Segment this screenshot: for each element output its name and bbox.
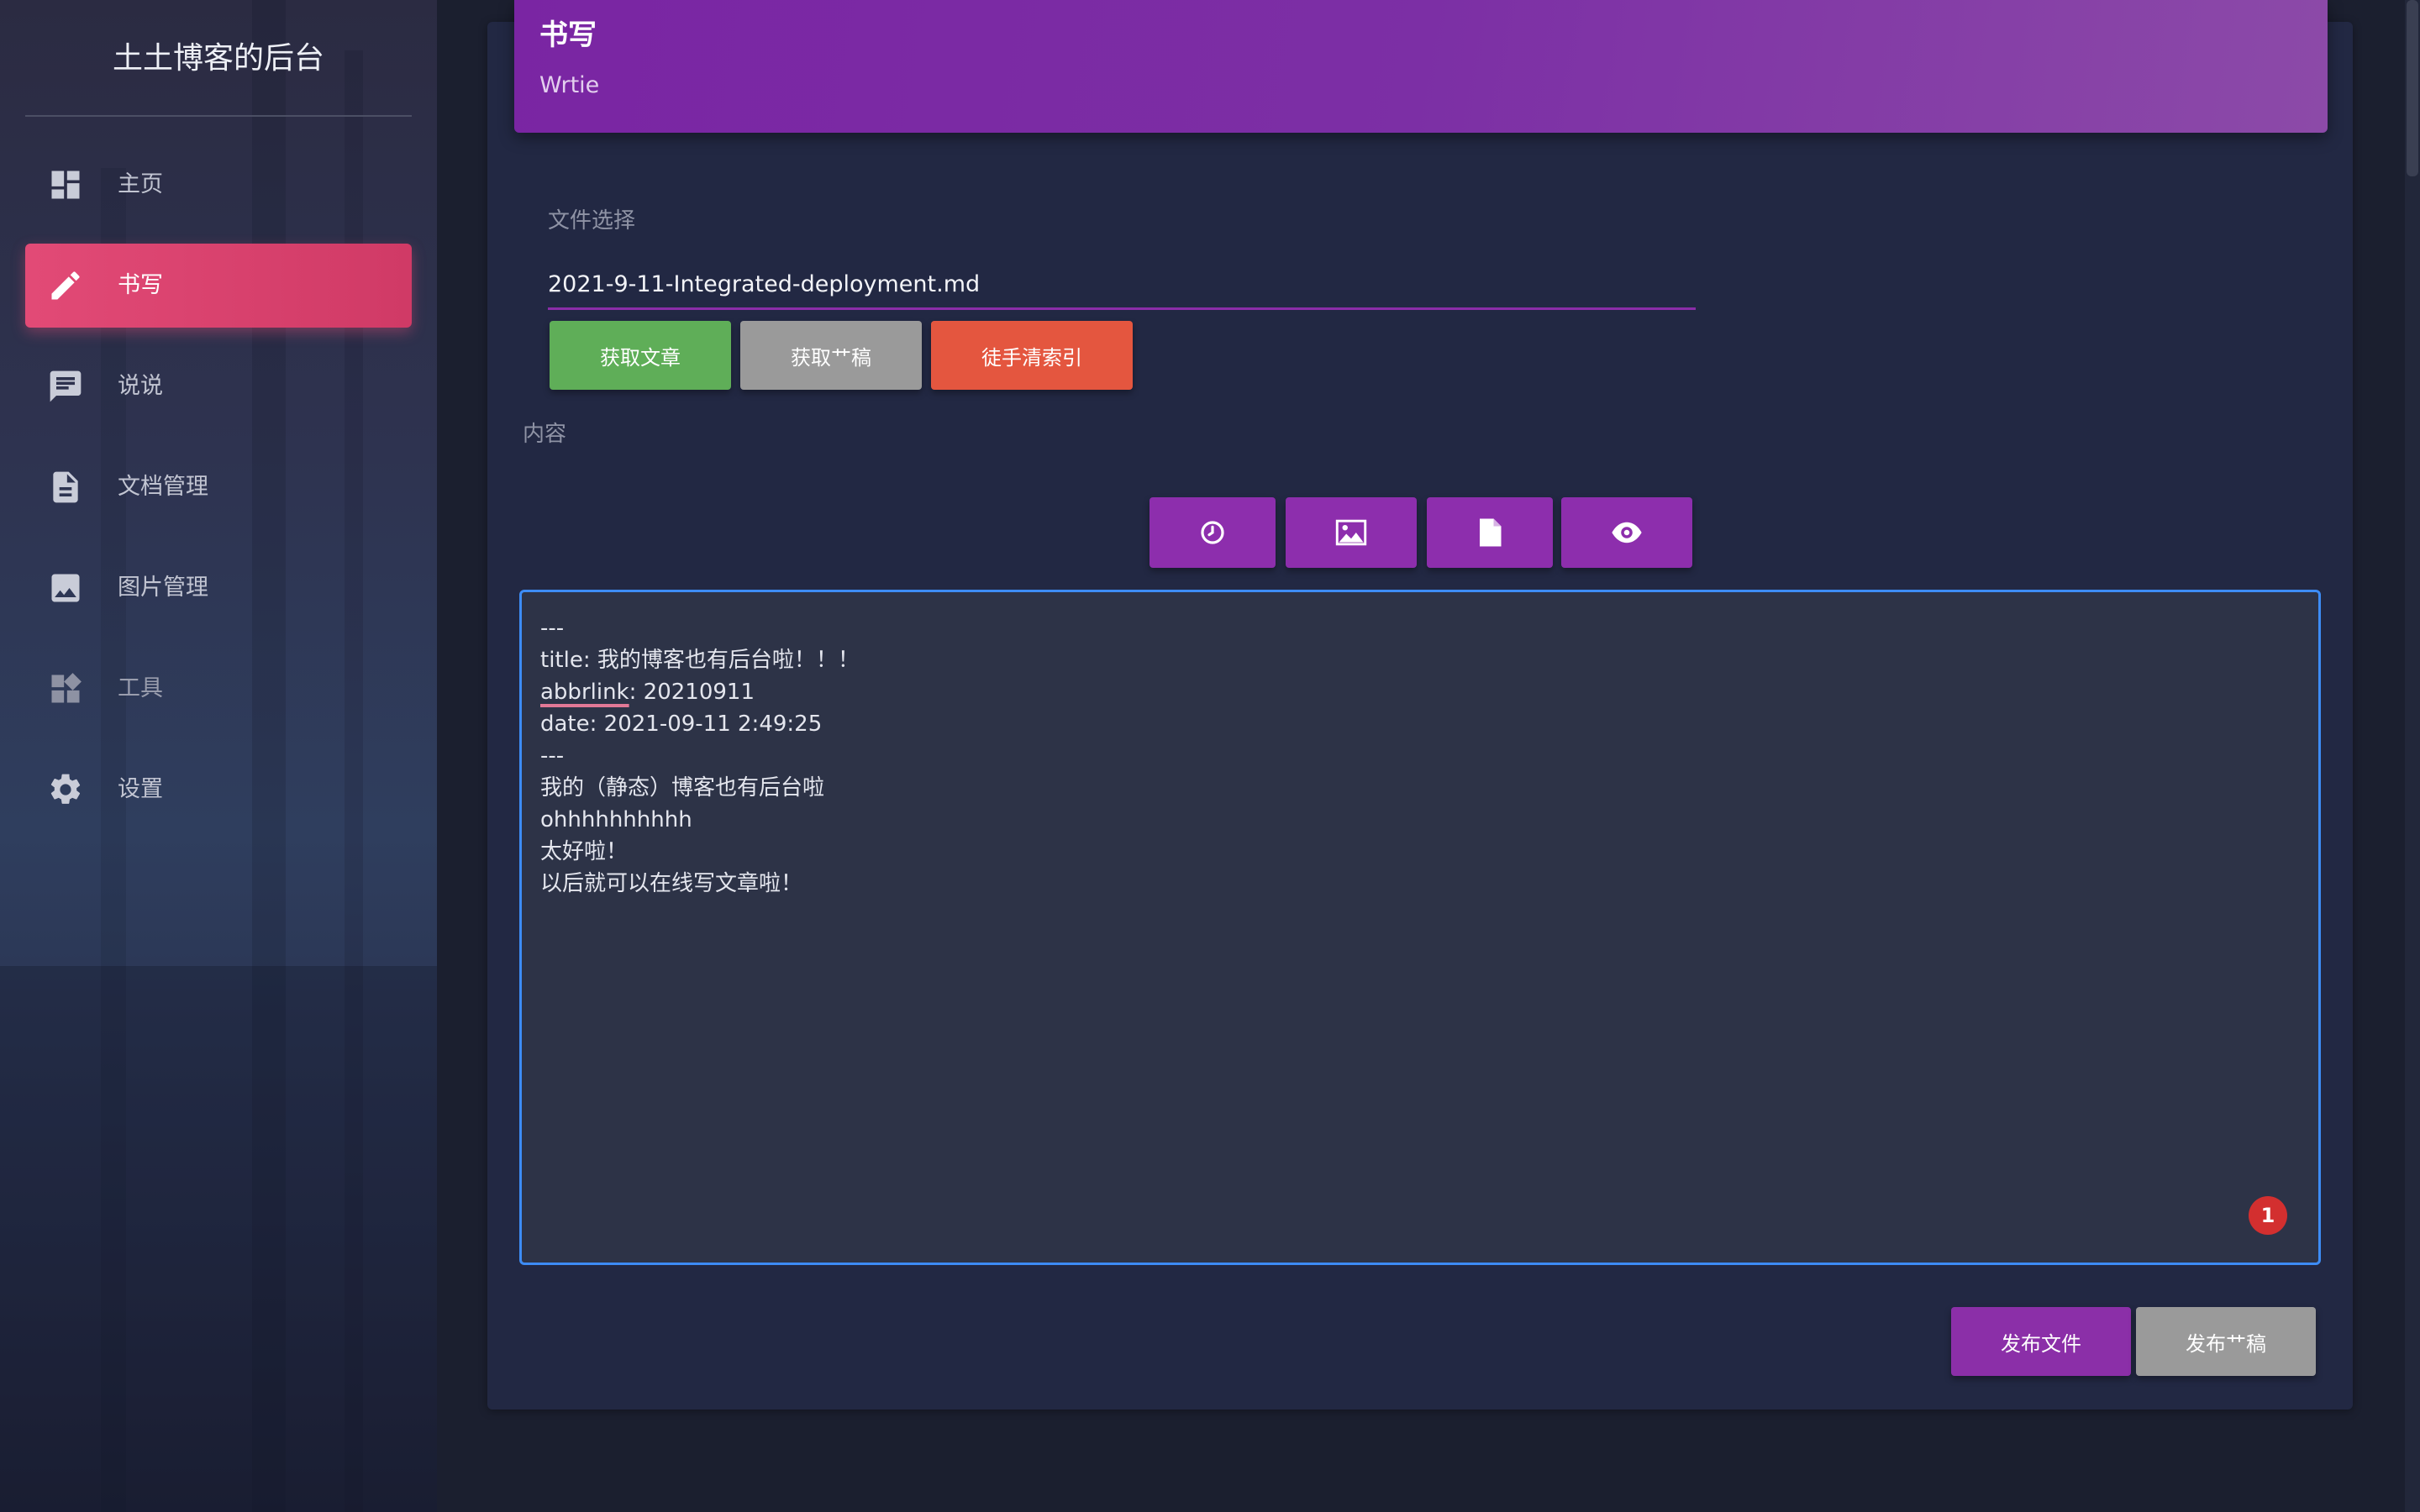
sidebar-item-label: 说说 xyxy=(118,373,163,399)
widgets-icon xyxy=(51,673,82,703)
sidebar-item-write[interactable]: 书写 xyxy=(25,244,412,328)
pencil-icon xyxy=(51,271,80,300)
content-editor[interactable]: --- title: 我的博客也有后台啦！！！ abbrlink: 202109… xyxy=(519,590,2321,1265)
editor-line: 以后就可以在线写文章啦！ xyxy=(540,871,803,896)
sidebar-item-images[interactable]: 图片管理 xyxy=(25,546,412,630)
sidebar-item-settings[interactable]: 设置 xyxy=(25,748,412,832)
file-icon xyxy=(1480,518,1502,547)
sidebar-item-label: 书写 xyxy=(118,272,163,298)
sidebar-item-label: 文档管理 xyxy=(118,474,208,500)
preview-button[interactable] xyxy=(1561,497,1692,568)
editor-line: abbrlink: 20210911 xyxy=(540,676,2300,708)
content-label: 内容 xyxy=(523,422,567,447)
history-button[interactable] xyxy=(1150,497,1276,568)
page-scrollbar-thumb[interactable] xyxy=(2407,0,2418,176)
gear-icon xyxy=(50,774,81,804)
background-foreground xyxy=(0,966,437,1512)
image-icon xyxy=(51,574,80,602)
eye-icon xyxy=(1612,522,1642,543)
editor-line: 太好啦！ xyxy=(540,839,629,864)
document-icon xyxy=(53,471,78,503)
editor-line: ohhhhhhhhhh xyxy=(540,807,692,832)
chat-icon xyxy=(50,370,82,402)
clock-icon xyxy=(1201,521,1224,544)
publish-draft-button[interactable]: 发布艹稿 xyxy=(2136,1307,2316,1376)
sidebar-item-home[interactable]: 主页 xyxy=(25,143,412,227)
insert-image-button[interactable] xyxy=(1286,497,1417,568)
sidebar-divider xyxy=(25,115,412,117)
editor-line-rest: : 20210911 xyxy=(629,680,755,705)
insert-file-button[interactable] xyxy=(1427,497,1553,568)
dashboard-icon xyxy=(51,171,80,199)
header-banner: 书写 Wrtie xyxy=(514,0,2328,133)
sidebar-item-label: 设置 xyxy=(118,776,163,802)
sidebar-item-label: 主页 xyxy=(118,171,163,197)
sidebar-title: 土土博客的后台 xyxy=(112,41,324,76)
editor-line: title: 我的博客也有后台啦！！！ xyxy=(540,648,860,673)
get-draft-button[interactable]: 获取艹稿 xyxy=(740,321,922,390)
image-icon xyxy=(1335,519,1367,546)
sidebar-item-label: 图片管理 xyxy=(118,575,208,601)
sidebar: 土土博客的后台 主页 书写 说说 文档管理 图片管理 工具 设置 xyxy=(0,0,437,1512)
sidebar-item-label: 工具 xyxy=(118,675,163,701)
editor-line: 我的（静态）博客也有后台啦 xyxy=(540,775,825,801)
sidebar-item-tools[interactable]: 工具 xyxy=(25,647,412,731)
get-article-button[interactable]: 获取文章 xyxy=(550,321,731,390)
file-select-input[interactable] xyxy=(548,260,1696,310)
publish-file-button[interactable]: 发布文件 xyxy=(1951,1307,2131,1376)
editor-line: date: 2021-09-11 2:49:25 xyxy=(540,711,823,737)
spellcheck-word: abbrlink xyxy=(540,680,629,705)
editor-line: --- xyxy=(540,743,565,769)
file-select-label: 文件选择 xyxy=(548,208,636,234)
clear-index-button[interactable]: 徒手清索引 xyxy=(931,321,1133,390)
sidebar-item-talk[interactable]: 说说 xyxy=(25,344,412,428)
page-title: 书写 xyxy=(539,18,597,52)
editor-line: --- xyxy=(540,616,565,641)
page-scrollbar[interactable] xyxy=(2405,0,2420,1512)
sidebar-item-documents[interactable]: 文档管理 xyxy=(25,445,412,529)
notification-badge[interactable]: 1 xyxy=(2249,1196,2287,1235)
page-subtitle: Wrtie xyxy=(539,72,600,98)
